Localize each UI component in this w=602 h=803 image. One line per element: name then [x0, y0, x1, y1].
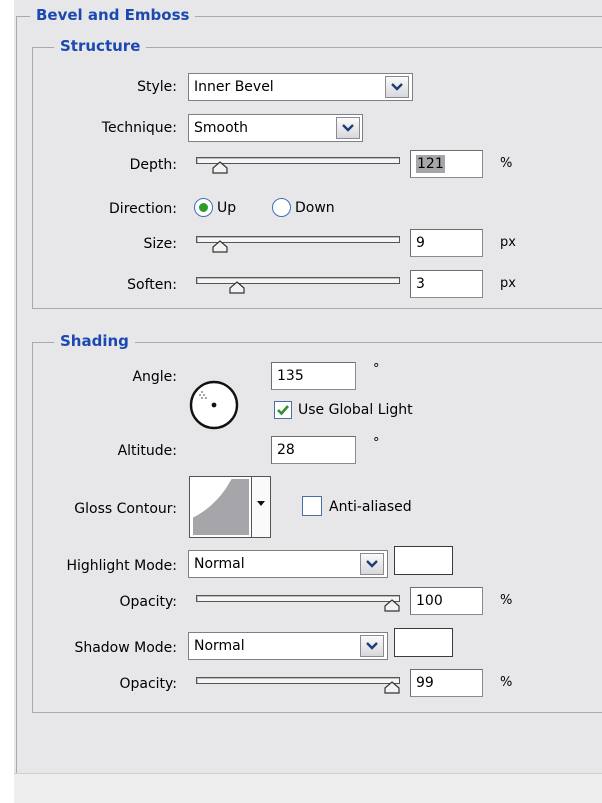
- slider-thumb-icon[interactable]: [212, 240, 229, 253]
- style-label: Style:: [137, 79, 177, 95]
- technique-select[interactable]: Smooth: [188, 114, 363, 142]
- technique-select-value: Smooth: [194, 120, 249, 136]
- angle-unit: °: [373, 362, 380, 377]
- shadow-opacity-unit: %: [500, 675, 513, 690]
- anti-aliased-checkbox[interactable]: [302, 496, 322, 516]
- depth-label: Depth:: [129, 157, 177, 173]
- soften-slider[interactable]: [196, 271, 400, 297]
- soften-slider-track[interactable]: [196, 277, 400, 284]
- highlight-opacity-label: Opacity:: [119, 594, 177, 610]
- gloss-contour-icon[interactable]: [192, 479, 250, 535]
- slider-thumb-icon[interactable]: [212, 161, 229, 174]
- altitude-input[interactable]: 28: [271, 436, 356, 464]
- highlight-mode-dropdown-button[interactable]: [360, 553, 384, 575]
- soften-input[interactable]: 3: [410, 270, 483, 298]
- technique-label: Technique:: [101, 120, 177, 136]
- angle-dial-icon[interactable]: [188, 379, 240, 431]
- altitude-label: Altitude:: [117, 443, 177, 459]
- soften-label: Soften:: [127, 277, 177, 293]
- use-global-light-checkbox[interactable]: [274, 401, 292, 419]
- direction-down-label[interactable]: Down: [295, 200, 335, 216]
- anti-aliased-label[interactable]: Anti-aliased: [329, 499, 412, 515]
- depth-unit: %: [500, 156, 513, 171]
- angle-input[interactable]: 135: [271, 362, 356, 390]
- direction-down-radio[interactable]: [272, 198, 291, 217]
- highlight-color-swatch[interactable]: [394, 546, 453, 575]
- shadow-mode-label: Shadow Mode:: [74, 640, 177, 656]
- bevel-emboss-title: Bevel and Emboss: [30, 6, 196, 24]
- shadow-mode-value: Normal: [194, 638, 245, 654]
- highlight-mode-label: Highlight Mode:: [66, 558, 177, 574]
- style-select-value: Inner Bevel: [194, 79, 274, 95]
- radio-selected-dot: [199, 203, 208, 212]
- structure-title: Structure: [54, 37, 147, 55]
- shadow-opacity-slider[interactable]: [196, 671, 400, 697]
- shadow-opacity-slider-track[interactable]: [196, 677, 400, 684]
- depth-input[interactable]: 121: [410, 150, 483, 178]
- use-global-light-label[interactable]: Use Global Light: [298, 402, 413, 418]
- shadow-mode-dropdown-button[interactable]: [360, 635, 384, 657]
- bevel-emboss-panel: Bevel and Emboss Structure Style: Inner …: [14, 0, 602, 803]
- direction-up-radio[interactable]: [194, 198, 213, 217]
- size-unit: px: [500, 235, 516, 250]
- highlight-opacity-unit: %: [500, 593, 513, 608]
- chevron-down-icon: [366, 560, 378, 568]
- size-slider[interactable]: [196, 230, 400, 256]
- highlight-opacity-slider[interactable]: [196, 589, 400, 615]
- style-select[interactable]: Inner Bevel: [188, 73, 413, 101]
- altitude-unit: °: [373, 436, 380, 451]
- slider-thumb-icon[interactable]: [229, 281, 245, 294]
- shading-title: Shading: [54, 332, 135, 350]
- soften-unit: px: [500, 276, 516, 291]
- highlight-mode-value: Normal: [194, 556, 245, 572]
- style-dropdown-button[interactable]: [385, 76, 409, 98]
- depth-input-value: 121: [416, 155, 445, 173]
- shadow-mode-select[interactable]: Normal: [188, 632, 388, 660]
- technique-dropdown-button[interactable]: [336, 117, 360, 139]
- slider-thumb-icon[interactable]: [384, 681, 400, 694]
- shadow-opacity-label: Opacity:: [119, 676, 177, 692]
- direction-label: Direction:: [109, 201, 177, 217]
- gloss-contour-dropdown-button[interactable]: [251, 477, 270, 537]
- angle-label: Angle:: [132, 369, 177, 385]
- shadow-opacity-input[interactable]: 99: [410, 669, 483, 697]
- gloss-contour-label: Gloss Contour:: [74, 501, 177, 517]
- chevron-down-icon: [342, 124, 354, 132]
- chevron-down-icon: [366, 642, 378, 650]
- bottom-strip: [14, 773, 602, 803]
- highlight-opacity-input[interactable]: 100: [410, 587, 483, 615]
- size-input[interactable]: 9: [410, 229, 483, 257]
- direction-up-label[interactable]: Up: [217, 200, 236, 216]
- caret-down-icon: [257, 501, 265, 506]
- shadow-color-swatch[interactable]: [394, 628, 453, 657]
- highlight-opacity-slider-track[interactable]: [196, 595, 400, 602]
- gloss-contour-picker[interactable]: [189, 476, 271, 538]
- size-label: Size:: [143, 236, 177, 252]
- depth-slider[interactable]: [196, 151, 400, 177]
- highlight-mode-select[interactable]: Normal: [188, 550, 388, 578]
- chevron-down-icon: [391, 83, 403, 91]
- slider-thumb-icon[interactable]: [384, 599, 400, 612]
- checkmark-icon: [277, 405, 289, 416]
